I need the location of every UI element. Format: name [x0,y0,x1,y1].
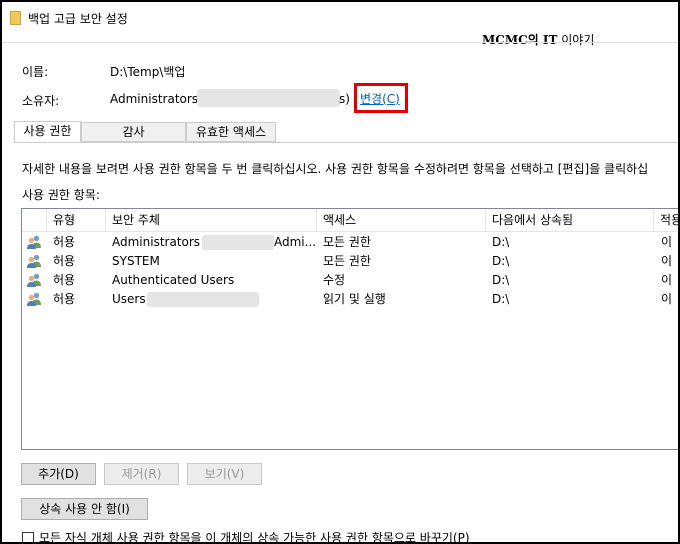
owner-redaction [197,89,340,107]
row-inherited-from: D:\ [492,273,510,287]
remove-button[interactable]: 제거(R) [104,463,179,485]
row-principal: Authenticated Users [112,273,235,287]
row-access: 수정 [323,273,346,287]
column-type[interactable]: 유형 [47,209,106,231]
permission-entries-list[interactable]: 유형 보안 주체 액세스 다음에서 상속됨 적용 허용 Administrato… [21,208,678,450]
permission-entries-label: 사용 권한 항목: [22,188,100,202]
owner-value-prefix: Administrators ( [110,92,207,106]
replace-child-permissions-checkbox[interactable] [22,532,34,542]
name-value: D:\Temp\백업 [110,65,186,79]
row-inherited-from: D:\ [492,254,510,268]
row-access: 모든 권한 [323,254,371,268]
owner-label: 소유자: [22,94,60,108]
tab-underline [14,142,678,143]
column-principal[interactable]: 보안 주체 [106,209,317,231]
advanced-security-dialog: 백업 고급 보안 설정 MCMC의 IT 이야기 이름: D:\Temp\백업 … [0,0,680,544]
title-divider [2,42,678,43]
table-row[interactable]: 허용 Authenticated Users 수정 D:\ 이 [22,271,678,290]
column-applies-to[interactable]: 적용 [654,209,678,231]
row-applies-to: 이 [661,254,673,268]
change-owner-link[interactable]: 변경(C) [360,90,400,107]
user-group-icon [27,254,41,268]
row-type: 허용 [53,292,76,306]
row-principal-suffix: Admi... [274,235,317,249]
row-type: 허용 [53,254,76,268]
tab-effective-access[interactable]: 유효한 액세스 [186,122,276,142]
row-inherited-from: D:\ [492,292,510,306]
watermark-suffix: 이야기 [557,33,595,47]
folder-icon [10,11,21,25]
name-label: 이름: [22,65,49,79]
user-group-icon [27,292,41,306]
row-principal: SYSTEM [112,254,160,268]
row-access: 읽기 및 실행 [323,292,386,306]
principal-redaction [202,235,274,250]
watermark: MCMC의 IT 이야기 [482,31,594,48]
user-group-icon [27,273,41,287]
row-type: 허용 [53,273,76,287]
row-applies-to: 이 [661,292,673,306]
view-button[interactable]: 보기(V) [187,463,262,485]
owner-value-suffix: s) [339,92,350,106]
disable-inheritance-button[interactable]: 상속 사용 안 함(I) [21,498,148,520]
watermark-brand: MCMC의 IT [482,33,558,47]
title-bar: 백업 고급 보안 설정 [2,2,678,33]
table-row[interactable]: 허용 SYSTEM 모든 권한 D:\ 이 [22,252,678,271]
column-inherited-from[interactable]: 다음에서 상속됨 [486,209,654,231]
window-title: 백업 고급 보안 설정 [28,12,128,26]
list-header: 유형 보안 주체 액세스 다음에서 상속됨 적용 [22,209,678,232]
add-button[interactable]: 추가(D) [21,463,96,485]
tab-permissions[interactable]: 사용 권한 [14,121,81,143]
row-type: 허용 [53,235,76,249]
help-text: 자세한 내용을 보려면 사용 권한 항목을 두 번 클릭하십시오. 사용 권한 … [22,162,649,176]
table-row[interactable]: 허용 Administrators (C Admi... 모든 권한 D:\ 이 [22,233,678,252]
column-icon [22,209,47,231]
principal-redaction [147,292,259,307]
column-access[interactable]: 액세스 [317,209,486,231]
row-inherited-from: D:\ [492,235,510,249]
row-applies-to: 이 [661,235,673,249]
tab-auditing[interactable]: 감사 [81,122,186,142]
row-access: 모든 권한 [323,235,371,249]
user-group-icon [27,235,41,249]
row-applies-to: 이 [661,273,673,287]
table-row[interactable]: 허용 Users ( 읽기 및 실행 D:\ 이 [22,290,678,309]
replace-child-permissions-label: 모든 자식 개체 사용 권한 항목을 이 개체의 상속 가능한 사용 권한 항목… [39,531,470,544]
